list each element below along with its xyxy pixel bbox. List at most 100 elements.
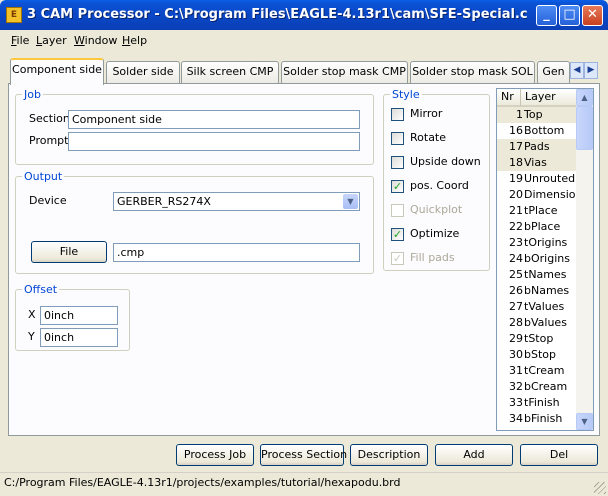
checkbox-quickplot: [391, 204, 404, 217]
layer-name: tGlue: [524, 427, 554, 430]
checkbox-label: Quickplot: [410, 203, 463, 216]
layer-row[interactable]: 27 tValues: [497, 299, 577, 315]
offset-x-input[interactable]: 0inch: [40, 306, 118, 325]
checkbox-label[interactable]: Optimize: [410, 227, 459, 240]
job-legend: Job: [24, 88, 41, 101]
chevron-down-icon: ▼: [581, 417, 588, 426]
layer-name: tOrigins: [524, 236, 568, 249]
layer-row[interactable]: 21 tPlace: [497, 203, 577, 219]
layer-row[interactable]: 30 bStop: [497, 347, 577, 363]
layer-nr: 16: [509, 124, 523, 137]
layer-row[interactable]: 22 bPlace: [497, 219, 577, 235]
prompt-input[interactable]: [68, 132, 360, 151]
header-nr[interactable]: Nr: [497, 89, 521, 107]
offset-x-label: X: [28, 308, 36, 321]
offset-y-input[interactable]: 0inch: [40, 328, 118, 347]
layer-nr: 29: [509, 332, 523, 345]
layer-name: tPlace: [524, 204, 558, 217]
scroll-down-button[interactable]: ▼: [576, 413, 593, 430]
layer-name: tValues: [524, 300, 565, 313]
layer-name: bOrigins: [524, 252, 570, 265]
layer-name: tFinish: [524, 396, 560, 409]
checkbox-upside-down[interactable]: [391, 156, 404, 169]
layer-nr: 17: [509, 140, 523, 153]
checkbox-pos-coord[interactable]: ✓: [391, 180, 404, 193]
description-button[interactable]: Description: [350, 444, 428, 466]
layer-row[interactable]: 33 tFinish: [497, 395, 577, 411]
layer-row[interactable]: 34 bFinish: [497, 411, 577, 427]
checkbox-fill-pads: ✓: [391, 252, 404, 265]
layer-list-header: Nr Layer: [497, 89, 577, 107]
layer-name: bCream: [524, 380, 568, 393]
layer-row[interactable]: 29 tStop: [497, 331, 577, 347]
layer-name: tCream: [524, 364, 565, 377]
layer-row[interactable]: 32 bCream: [497, 379, 577, 395]
checkbox-label[interactable]: Upside down: [410, 155, 481, 168]
file-input[interactable]: .cmp: [113, 243, 360, 262]
del-button[interactable]: Del: [520, 444, 598, 466]
layer-row[interactable]: 16 Bottom: [497, 123, 577, 139]
layer-name: tNames: [524, 268, 567, 281]
layer-row[interactable]: 24 bOrigins: [497, 251, 577, 267]
layer-row[interactable]: 17 Pads: [497, 139, 577, 155]
layer-row[interactable]: 31 tCream: [497, 363, 577, 379]
layer-name: Unrouted: [524, 172, 576, 185]
layer-list-scrollbar[interactable]: ▲ ▼: [576, 89, 593, 430]
checkbox-label[interactable]: pos. Coord: [410, 179, 469, 192]
checkmark-icon: ✓: [392, 228, 403, 241]
layer-name: Vias: [524, 156, 547, 169]
layer-nr: 19: [509, 172, 523, 185]
layer-row[interactable]: 19 Unrouted: [497, 171, 577, 187]
process-job-button[interactable]: Process Job: [176, 444, 254, 466]
prompt-label: Prompt: [29, 134, 69, 147]
checkbox-label[interactable]: Mirror: [410, 107, 442, 120]
output-legend: Output: [24, 170, 63, 183]
checkbox-mirror[interactable]: [391, 108, 404, 121]
layer-nr: 23: [509, 236, 523, 249]
file-button[interactable]: File: [31, 241, 107, 263]
layer-nr: 34: [509, 412, 523, 425]
device-select[interactable]: GERBER_RS274X ▼: [113, 192, 360, 211]
checkbox-optimize[interactable]: ✓: [391, 228, 404, 241]
scroll-thumb[interactable]: [576, 106, 593, 150]
offset-y-label: Y: [28, 330, 35, 343]
layer-nr: 31: [509, 364, 523, 377]
layer-nr: 35: [497, 427, 523, 430]
layer-row[interactable]: 23 tOrigins: [497, 235, 577, 251]
device-value: GERBER_RS274X: [117, 195, 211, 208]
layer-nr: 33: [509, 396, 523, 409]
add-button[interactable]: Add: [435, 444, 513, 466]
layer-row[interactable]: 1 Top: [497, 107, 577, 123]
layer-nr: 22: [509, 220, 523, 233]
section-input[interactable]: Component side: [68, 110, 360, 129]
layer-row[interactable]: 18 Vias: [497, 155, 577, 171]
layer-row[interactable]: 20 Dimension: [497, 187, 577, 203]
checkmark-icon: ✓: [392, 252, 403, 265]
layer-name: Top: [524, 108, 543, 121]
layer-name: bNames: [524, 284, 570, 297]
layer-nr: 32: [509, 380, 523, 393]
layer-nr: 18: [509, 156, 523, 169]
layer-nr: 21: [509, 204, 523, 217]
layer-nr: 26: [509, 284, 523, 297]
layer-row[interactable]: 26 bNames: [497, 283, 577, 299]
checkbox-rotate[interactable]: [391, 132, 404, 145]
layer-name: Pads: [524, 140, 550, 153]
layer-name: bFinish: [524, 412, 563, 425]
process-section-button[interactable]: Process Section: [260, 444, 347, 466]
checkbox-label[interactable]: Rotate: [410, 131, 446, 144]
layer-rows: 1 Top 16 Bottom 17 Pads 18 Vias 19 Unrouted 20 Dime…: [497, 107, 577, 430]
offset-legend: Offset: [24, 283, 58, 296]
checkbox-label: Fill pads: [410, 251, 455, 264]
layer-nr: 30: [509, 348, 523, 361]
layer-row[interactable]: 25 tNames: [497, 267, 577, 283]
layer-row[interactable]: 35tGlue: [497, 427, 577, 430]
layer-list[interactable]: Nr Layer 1 Top 16 Bottom 17 Pads 18 Vias 19 Unrou…: [496, 88, 594, 431]
scroll-up-button[interactable]: ▲: [576, 89, 593, 106]
layer-row[interactable]: 28 bValues: [497, 315, 577, 331]
layer-nr: 27: [509, 300, 523, 313]
header-layer[interactable]: Layer: [521, 89, 577, 107]
layer-name: tStop: [524, 332, 554, 345]
layer-name: bStop: [524, 348, 556, 361]
layer-nr: 20: [509, 188, 523, 201]
